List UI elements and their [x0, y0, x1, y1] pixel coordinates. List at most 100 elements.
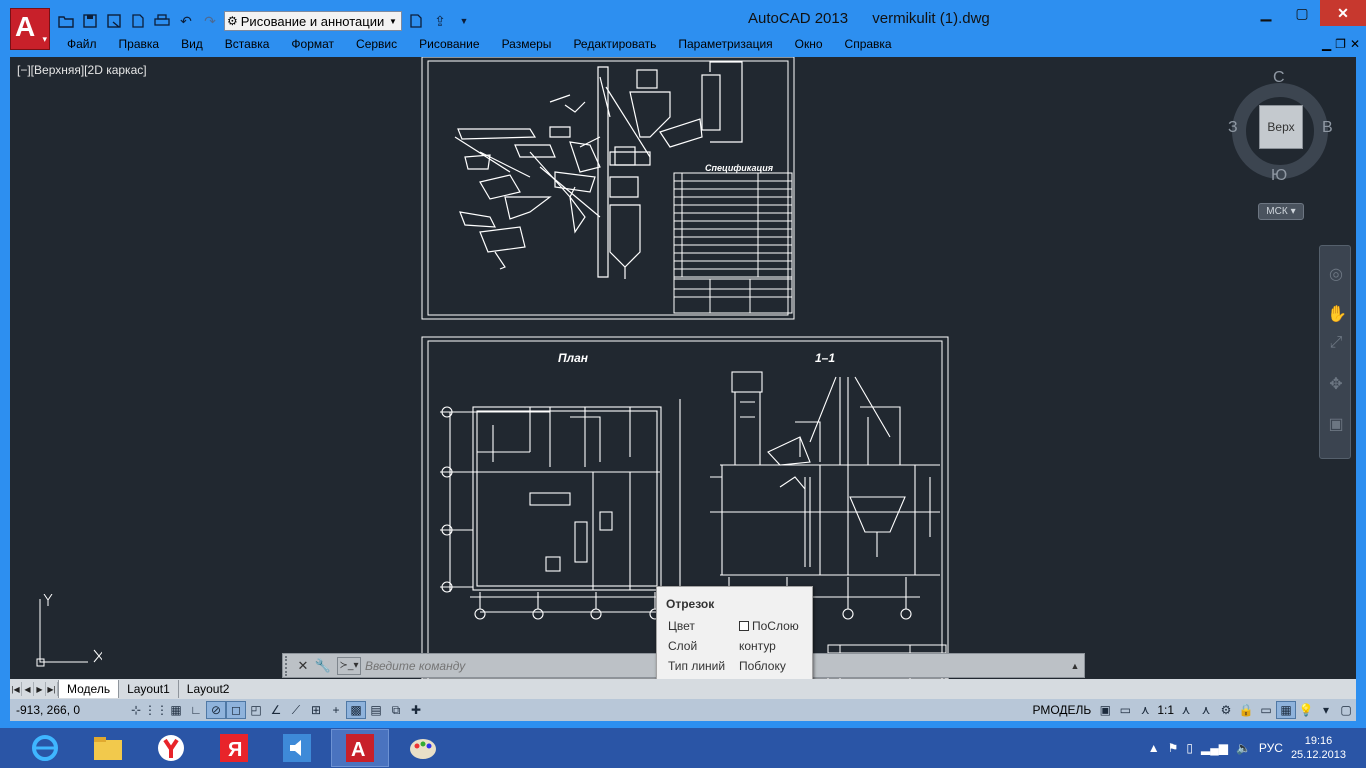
prev-tab-button[interactable]: ◀	[22, 682, 34, 696]
recent-commands-button[interactable]: ≻_▾	[337, 656, 361, 675]
chevron-up-icon[interactable]: ▲	[1148, 741, 1160, 755]
object-snap-tracking-icon[interactable]: ∠	[266, 701, 286, 719]
zoom-extents-icon[interactable]: ⤢	[1327, 334, 1345, 352]
status-menu-icon[interactable]: ▾	[1316, 701, 1336, 719]
doc-minimize-button[interactable]: ▁	[1322, 37, 1331, 51]
menu-item[interactable]: Правка	[108, 36, 171, 54]
quick-view-drawings-icon[interactable]: ▭	[1115, 701, 1135, 719]
ortho-icon[interactable]: ∟	[186, 701, 206, 719]
audio-player-icon[interactable]	[268, 729, 326, 767]
coordinates-readout[interactable]: -913, 266, 0	[10, 703, 126, 717]
menu-item[interactable]: Сервис	[345, 36, 408, 54]
hardware-acceleration-icon[interactable]: ▭	[1256, 701, 1276, 719]
tab-layout1[interactable]: Layout1	[118, 680, 178, 698]
grip-handle[interactable]	[285, 655, 293, 676]
menu-item[interactable]: Вставка	[214, 36, 281, 54]
dynamic-ucs-icon[interactable]: ⟋	[286, 701, 306, 719]
workspace-switching-icon[interactable]: ⚙	[1216, 701, 1236, 719]
compass-west[interactable]: З	[1228, 119, 1238, 137]
compass-north[interactable]: С	[1273, 69, 1285, 87]
polar-tracking-icon[interactable]: ⊘	[206, 701, 226, 719]
3d-osnap-icon[interactable]: ◰	[246, 701, 266, 719]
close-icon[interactable]: ✕	[293, 656, 313, 676]
grid-icon[interactable]: ▦	[166, 701, 186, 719]
snap-icon[interactable]: ⋮⋮	[144, 701, 168, 719]
annotation-scale-icon[interactable]: ⋏	[1135, 701, 1155, 719]
wrench-icon[interactable]: 🔧	[313, 656, 333, 676]
menu-item[interactable]: Размеры	[491, 36, 563, 54]
object-snap-icon[interactable]: ◻	[226, 701, 246, 719]
customize-qat-icon[interactable]: ▼	[454, 11, 474, 31]
lineweight-icon[interactable]: +	[326, 701, 346, 719]
selection-cycling-icon[interactable]: ⧉	[386, 701, 406, 719]
annotation-monitor-icon[interactable]: ✚	[406, 701, 426, 719]
orbit-icon[interactable]: ✥	[1327, 374, 1345, 393]
share-icon[interactable]: ⇪	[430, 11, 450, 31]
clock[interactable]: 19:16 25.12.2013	[1291, 734, 1346, 762]
doc-restore-button[interactable]: ❐	[1335, 37, 1346, 51]
quick-properties-icon[interactable]: ▤	[366, 701, 386, 719]
tab-layout2[interactable]: Layout2	[177, 680, 238, 698]
model-space-toggle[interactable]: РМОДЕЛЬ	[1028, 703, 1095, 717]
tab-model[interactable]: Модель	[58, 680, 119, 698]
dynamic-input-icon[interactable]: ⊞	[306, 701, 326, 719]
maximize-button[interactable]: ▢	[1284, 0, 1320, 26]
quick-view-layouts-icon[interactable]: ▣	[1095, 701, 1115, 719]
lightbulb-icon[interactable]: 💡	[1296, 701, 1316, 719]
menu-item[interactable]: Формат	[280, 36, 345, 54]
language-indicator[interactable]: РУС	[1259, 741, 1283, 755]
doc-close-button[interactable]: ✕	[1350, 37, 1360, 51]
compass-east[interactable]: В	[1322, 119, 1333, 137]
internet-explorer-icon[interactable]	[16, 729, 74, 767]
viewcube[interactable]: Верх С Ю З В	[1228, 69, 1334, 184]
paint-icon[interactable]	[394, 729, 452, 767]
yandex-icon[interactable]: Я	[205, 729, 263, 767]
application-menu-button[interactable]: A ▾	[10, 8, 50, 50]
annotation-visibility-icon[interactable]: ⋏	[1176, 701, 1196, 719]
next-tab-button[interactable]: ▶	[34, 682, 46, 696]
autocad-taskbar-icon[interactable]: A	[331, 729, 389, 767]
auto-scale-icon[interactable]: ⋏	[1196, 701, 1216, 719]
save-as-icon[interactable]	[104, 11, 124, 31]
last-tab-button[interactable]: ▶|	[46, 682, 58, 696]
title-bar: A ▾ ↶ ↷ ⚙ Рисование и аннотации ▼ ⇪ ▼ Au…	[0, 0, 1366, 50]
save-icon[interactable]	[80, 11, 100, 31]
viewcube-top-face[interactable]: Верх	[1259, 105, 1303, 149]
compass-south[interactable]: Ю	[1271, 167, 1287, 185]
volume-icon[interactable]: 🔈	[1236, 741, 1251, 755]
showmotion-icon[interactable]: ▣	[1327, 414, 1345, 433]
network-icon[interactable]: ▂▄▆	[1201, 741, 1228, 755]
yandex-browser-icon[interactable]	[142, 729, 200, 767]
clean-screen-icon[interactable]: ▢	[1336, 701, 1356, 719]
menu-item[interactable]: Справка	[834, 36, 903, 54]
redo-icon[interactable]: ↷	[200, 11, 220, 31]
battery-icon[interactable]: ▯	[1186, 741, 1193, 755]
menu-item[interactable]: Файл	[56, 36, 108, 54]
isolate-objects-icon[interactable]: ▦	[1276, 701, 1296, 719]
action-center-icon[interactable]: ⚑	[1168, 741, 1179, 755]
infer-constraints-icon[interactable]: ⊹	[126, 701, 146, 719]
lock-icon[interactable]: 🔒	[1236, 701, 1256, 719]
steering-wheel-icon[interactable]: ◎	[1327, 264, 1345, 283]
first-tab-button[interactable]: |◀	[10, 682, 22, 696]
menu-item[interactable]: Окно	[784, 36, 834, 54]
menu-item[interactable]: Вид	[170, 36, 214, 54]
menu-item[interactable]: Редактировать	[562, 36, 667, 54]
menu-item[interactable]: Рисование	[408, 36, 490, 54]
undo-icon[interactable]: ↶	[176, 11, 196, 31]
menu-item[interactable]: Параметризация	[667, 36, 783, 54]
new-sheet-icon[interactable]	[406, 11, 426, 31]
file-explorer-icon[interactable]	[79, 729, 137, 767]
minimize-button[interactable]: ▁	[1248, 0, 1284, 26]
viewport-controls-label[interactable]: [−][Верхняя][2D каркас]	[17, 63, 147, 77]
chevron-up-icon[interactable]: ▲	[1066, 661, 1084, 671]
close-button[interactable]: ✕	[1320, 0, 1366, 26]
open-icon[interactable]	[56, 11, 76, 31]
annotation-scale-value[interactable]: 1:1	[1155, 703, 1176, 717]
transparency-icon[interactable]: ▩	[346, 701, 366, 719]
print-icon[interactable]	[152, 11, 172, 31]
pan-hand-icon[interactable]: ✋	[1327, 304, 1347, 323]
plot-preview-icon[interactable]	[128, 11, 148, 31]
ucs-menu-button[interactable]: МСК ▾	[1258, 203, 1304, 220]
workspace-selector[interactable]: ⚙ Рисование и аннотации ▼	[224, 11, 402, 31]
